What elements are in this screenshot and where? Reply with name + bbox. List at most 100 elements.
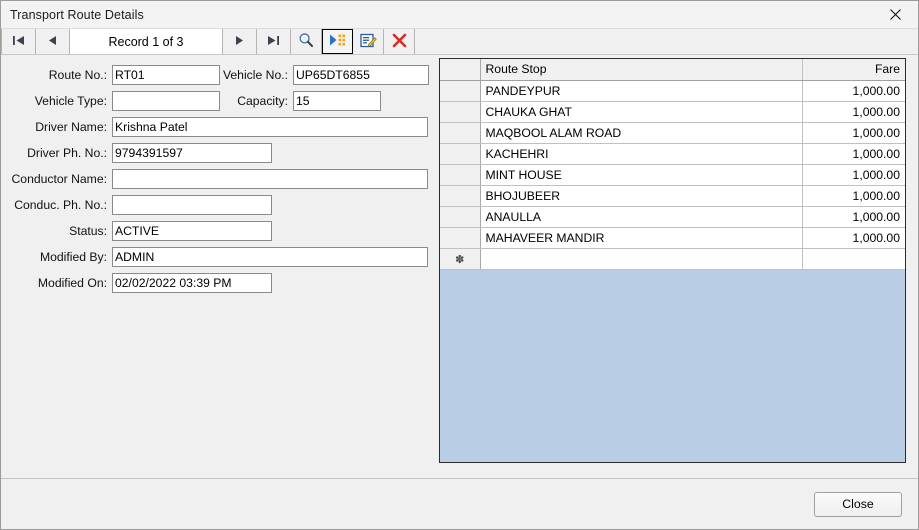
route-no-input[interactable] — [112, 65, 220, 85]
modified-on-input[interactable] — [112, 273, 272, 293]
driver-phone-label: Driver Ph. No.: — [27, 146, 107, 160]
cell-fare[interactable]: 1,000.00 — [802, 206, 905, 228]
nav-prev-button[interactable] — [36, 29, 70, 54]
driver-name-input[interactable] — [112, 117, 428, 137]
cell-route-stop[interactable]: MAHAVEER MANDIR — [480, 227, 803, 249]
cell-fare[interactable]: 1,000.00 — [802, 80, 905, 102]
field-vehicle-type: Vehicle Type: — [1, 91, 220, 111]
cell-route-stop[interactable]: ANAULLA — [480, 206, 803, 228]
field-driver-name: Driver Name: — [1, 117, 428, 137]
cell-fare[interactable]: 1,000.00 — [802, 164, 905, 186]
driver-phone-input[interactable] — [112, 143, 272, 163]
cell-fare[interactable]: 1,000.00 — [802, 185, 905, 207]
table-row[interactable]: ANAULLA 1,000.00 — [440, 206, 905, 228]
nav-next-button[interactable] — [223, 29, 257, 54]
edit-record-button[interactable] — [353, 29, 384, 54]
close-icon — [889, 9, 901, 20]
footer-bar: Close — [1, 478, 918, 529]
cell-route-stop[interactable]: PANDEYPUR — [480, 80, 803, 102]
vehicle-type-input[interactable] — [112, 91, 220, 111]
toolbar-filler — [415, 29, 918, 54]
vehicle-no-input[interactable] — [293, 65, 429, 85]
content-area: Route No.: Vehicle No.: Vehicle Type: Ca… — [1, 55, 918, 478]
conductor-name-input[interactable] — [112, 169, 428, 189]
title-bar: Transport Route Details — [1, 1, 918, 29]
magnifier-icon — [298, 32, 314, 51]
capacity-label: Capacity: — [237, 94, 288, 108]
new-cell-route-stop[interactable] — [480, 248, 803, 270]
edit-record-icon — [359, 33, 377, 51]
window-close-button[interactable] — [872, 1, 918, 28]
conductor-phone-input[interactable] — [112, 195, 272, 215]
grid-body: PANDEYPUR 1,000.00 CHAUKA GHAT 1,000.00 … — [440, 80, 905, 270]
row-selector[interactable] — [440, 122, 481, 144]
search-button[interactable] — [291, 29, 322, 54]
grid-header-fare[interactable]: Fare — [802, 59, 905, 81]
nav-last-icon — [267, 35, 280, 49]
field-conductor-phone: Conduc. Ph. No.: — [1, 195, 272, 215]
cell-fare[interactable]: 1,000.00 — [802, 122, 905, 144]
record-position-label: Record 1 of 3 — [70, 29, 223, 54]
new-row[interactable]: ✽ — [440, 248, 905, 270]
row-selector[interactable] — [440, 185, 481, 207]
grid-header-rowselector — [440, 59, 481, 81]
conductor-phone-label: Conduc. Ph. No.: — [14, 198, 107, 212]
field-status: Status: — [1, 221, 272, 241]
modified-by-input[interactable] — [112, 247, 428, 267]
field-modified-by: Modified By: — [1, 247, 428, 267]
nav-next-icon — [234, 35, 245, 49]
route-stops-grid[interactable]: Route Stop Fare PANDEYPUR 1,000.00 CHAUK… — [439, 58, 906, 463]
nav-last-button[interactable] — [257, 29, 291, 54]
modified-on-label: Modified On: — [37, 276, 107, 290]
route-details-form: Route No.: Vehicle No.: Vehicle Type: Ca… — [1, 55, 437, 478]
grid-header-row: Route Stop Fare — [440, 59, 905, 81]
window-title: Transport Route Details — [10, 7, 144, 22]
row-selector[interactable] — [440, 206, 481, 228]
cell-fare[interactable]: 1,000.00 — [802, 101, 905, 123]
delete-record-button[interactable] — [384, 29, 415, 54]
field-route-no: Route No.: — [1, 65, 220, 85]
table-row[interactable]: MAHAVEER MANDIR 1,000.00 — [440, 227, 905, 249]
run-query-button[interactable] — [322, 29, 353, 54]
cell-fare[interactable]: 1,000.00 — [802, 227, 905, 249]
driver-name-label: Driver Name: — [35, 120, 107, 134]
table-row[interactable]: MAQBOOL ALAM ROAD 1,000.00 — [440, 122, 905, 144]
vehicle-type-label: Vehicle Type: — [34, 94, 107, 108]
field-vehicle-no: Vehicle No.: — [215, 65, 429, 85]
cell-route-stop[interactable]: CHAUKA GHAT — [480, 101, 803, 123]
cell-route-stop[interactable]: BHOJUBEER — [480, 185, 803, 207]
status-input[interactable] — [112, 221, 272, 241]
field-conductor-name: Conductor Name: — [1, 169, 428, 189]
close-button[interactable]: Close — [814, 491, 902, 517]
field-modified-on: Modified On: — [1, 273, 272, 293]
new-cell-fare[interactable] — [802, 248, 905, 270]
new-row-asterisk-icon: ✽ — [455, 253, 465, 266]
table-row[interactable]: MINT HOUSE 1,000.00 — [440, 164, 905, 186]
grid-header-route-stop[interactable]: Route Stop — [480, 59, 803, 81]
row-selector[interactable] — [440, 227, 481, 249]
row-selector[interactable] — [440, 101, 481, 123]
cell-route-stop[interactable]: MINT HOUSE — [480, 164, 803, 186]
table-row[interactable]: PANDEYPUR 1,000.00 — [440, 80, 905, 102]
nav-first-icon — [12, 35, 25, 49]
row-selector[interactable] — [440, 143, 481, 165]
status-label: Status: — [69, 224, 107, 238]
table-row[interactable]: BHOJUBEER 1,000.00 — [440, 185, 905, 207]
delete-record-icon — [392, 33, 407, 51]
cell-route-stop[interactable]: KACHEHRI — [480, 143, 803, 165]
nav-first-button[interactable] — [1, 29, 36, 54]
route-stops-table: Route Stop Fare PANDEYPUR 1,000.00 CHAUK… — [440, 59, 905, 270]
run-query-icon — [329, 33, 347, 50]
table-row[interactable]: CHAUKA GHAT 1,000.00 — [440, 101, 905, 123]
transport-route-details-window: Transport Route Details Record 1 of 3 Ro… — [0, 0, 919, 530]
row-selector[interactable] — [440, 80, 481, 102]
row-selector[interactable] — [440, 164, 481, 186]
table-row[interactable]: KACHEHRI 1,000.00 — [440, 143, 905, 165]
new-row-selector[interactable]: ✽ — [440, 248, 481, 270]
capacity-input[interactable] — [293, 91, 381, 111]
field-capacity: Capacity: — [215, 91, 381, 111]
cell-fare[interactable]: 1,000.00 — [802, 143, 905, 165]
conductor-name-label: Conductor Name: — [11, 172, 107, 186]
record-navigation-toolbar: Record 1 of 3 — [1, 29, 918, 55]
cell-route-stop[interactable]: MAQBOOL ALAM ROAD — [480, 122, 803, 144]
